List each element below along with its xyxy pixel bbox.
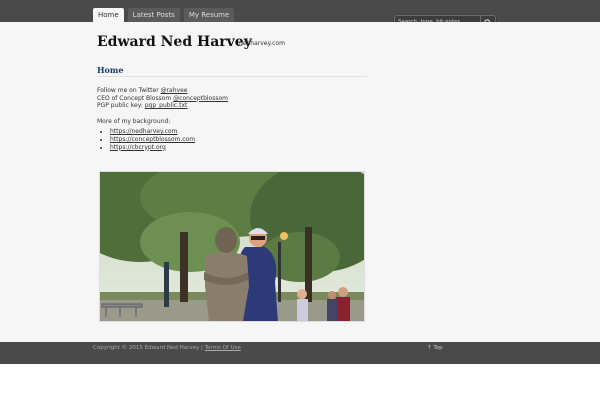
twitter-prefix: Follow me on Twitter bbox=[97, 87, 161, 94]
nedharvey-link[interactable]: https://nedharvey.com bbox=[110, 128, 177, 135]
background-links-list: https://nedharvey.com https://conceptblo… bbox=[97, 128, 367, 151]
list-item: https://cbcrypt.org bbox=[110, 144, 367, 152]
photo-illustration bbox=[100, 172, 364, 321]
ceo-prefix: CEO of Concept Blossom bbox=[97, 94, 174, 102]
back-to-top-link[interactable]: ↑ Top bbox=[427, 345, 443, 351]
title-divider bbox=[97, 76, 367, 77]
site-title[interactable]: Edward Ned Harvey bbox=[97, 34, 252, 50]
tab-my-resume[interactable]: My Resume bbox=[183, 8, 235, 22]
terms-of-use-link[interactable]: Terms Of Use bbox=[205, 345, 241, 351]
conceptblossom-twitter-link[interactable]: @conceptblossom bbox=[173, 95, 228, 102]
twitter-line: Follow me on Twitter @rahvee bbox=[97, 87, 367, 95]
page-content: Follow me on Twitter @rahvee CEO of Conc… bbox=[97, 87, 367, 151]
site-description: nedharvey.com bbox=[239, 40, 285, 47]
cbcrypt-link[interactable]: https://cbcrypt.org bbox=[110, 144, 166, 151]
page-title: Home bbox=[97, 65, 124, 75]
list-item: https://nedharvey.com bbox=[110, 128, 367, 136]
twitter-link[interactable]: @rahvee bbox=[161, 87, 188, 94]
pgp-prefix: PGP public key: bbox=[97, 102, 145, 110]
ceo-line: CEO of Concept Blossom @conceptblossom bbox=[97, 95, 367, 103]
copyright: Copyright © 2015 Edward Ned Harvey | Ter… bbox=[93, 345, 241, 351]
conceptblossom-link[interactable]: https://conceptblossom.com bbox=[110, 136, 195, 143]
tab-latest-posts[interactable]: Latest Posts bbox=[127, 8, 180, 22]
background-label: More of my background: bbox=[97, 117, 171, 125]
pgp-key-link[interactable]: pgp_public.txt bbox=[145, 102, 188, 109]
list-item: https://conceptblossom.com bbox=[110, 136, 367, 144]
tab-home[interactable]: Home bbox=[93, 8, 124, 22]
main-nav: Home Latest Posts My Resume bbox=[93, 8, 235, 22]
footer-bar bbox=[0, 342, 600, 364]
copyright-text: Copyright © 2015 Edward Ned Harvey | bbox=[93, 345, 205, 351]
pgp-line: PGP public key: pgp_public.txt bbox=[97, 102, 367, 110]
profile-photo bbox=[99, 171, 365, 322]
top-bar bbox=[0, 0, 600, 22]
